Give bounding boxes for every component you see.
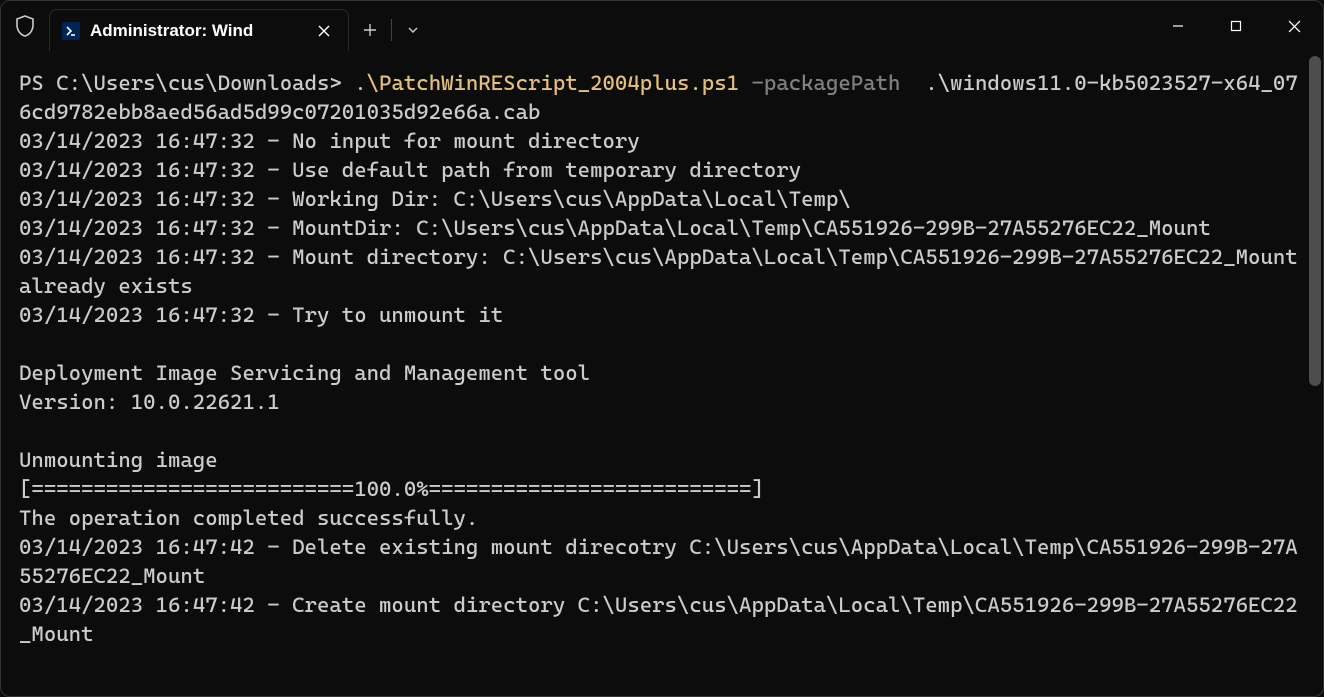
terminal-text-segment: Version: 10.0.22621.1	[19, 389, 280, 414]
terminal-text-segment: -packagePath	[751, 70, 900, 95]
terminal-line: [==========================100.0%=======…	[19, 474, 1305, 503]
terminal-line: 03/14/2023 16:47:32 - Use default path f…	[19, 155, 1305, 184]
terminal-line: 03/14/2023 16:47:32 - Try to unmount it	[19, 300, 1305, 329]
terminal-text-segment: [==========================100.0%=======…	[19, 476, 764, 501]
terminal-text-segment: 03/14/2023 16:47:32 - Use default path f…	[19, 157, 801, 182]
terminal-text-segment: 03/14/2023 16:47:32 - Working Dir: C:\Us…	[19, 186, 851, 211]
terminal-text-segment: 03/14/2023 16:47:32 - No input for mount…	[19, 128, 640, 153]
terminal-text-segment: PS C:\Users\cus\Downloads>	[19, 70, 354, 95]
terminal-text-segment: 03/14/2023 16:47:32 - MountDir: C:\Users…	[19, 215, 1211, 240]
title-bar: Administrator: Wind	[1, 1, 1323, 51]
scrollbar-track[interactable]	[1309, 56, 1321, 386]
terminal-line: PS C:\Users\cus\Downloads> .\PatchWinRES…	[19, 68, 1305, 126]
tab-active[interactable]: Administrator: Wind	[49, 9, 349, 51]
terminal-line	[19, 329, 1305, 358]
tab-title: Administrator: Wind	[90, 21, 304, 41]
terminal-text-segment: The operation completed successfully.	[19, 505, 478, 530]
terminal-line: Deployment Image Servicing and Managemen…	[19, 358, 1305, 387]
close-button[interactable]	[1265, 6, 1323, 46]
app-shield-icon	[1, 1, 49, 51]
new-tab-button[interactable]	[349, 23, 391, 37]
scrollbar-thumb[interactable]	[1309, 56, 1321, 386]
tab-dropdown-button[interactable]	[392, 24, 434, 36]
title-bar-left: Administrator: Wind	[1, 1, 434, 51]
window-controls	[1149, 1, 1323, 51]
maximize-button[interactable]	[1207, 6, 1265, 46]
terminal-line: Unmounting image	[19, 445, 1305, 474]
terminal-text-segment: 03/14/2023 16:47:42 - Create mount direc…	[19, 592, 1298, 646]
terminal-text-segment: Unmounting image	[19, 447, 218, 472]
terminal-line: 03/14/2023 16:47:42 - Delete existing mo…	[19, 532, 1305, 590]
terminal-text-segment: 03/14/2023 16:47:32 - Try to unmount it	[19, 302, 503, 327]
terminal-line: 03/14/2023 16:47:32 - Mount directory: C…	[19, 242, 1305, 300]
terminal-line: 03/14/2023 16:47:32 - Working Dir: C:\Us…	[19, 184, 1305, 213]
terminal-text-segment: 03/14/2023 16:47:42 - Delete existing mo…	[19, 534, 1298, 588]
terminal-text-segment: .\PatchWinREScript_2004plus.ps1	[354, 70, 739, 95]
minimize-button[interactable]	[1149, 6, 1207, 46]
tab-close-button[interactable]	[314, 21, 334, 41]
terminal-line: The operation completed successfully.	[19, 503, 1305, 532]
terminal-text-segment: Deployment Image Servicing and Managemen…	[19, 360, 590, 385]
terminal-line: 03/14/2023 16:47:32 - MountDir: C:\Users…	[19, 213, 1305, 242]
terminal-line: Version: 10.0.22621.1	[19, 387, 1305, 416]
terminal-text-segment	[739, 70, 751, 95]
terminal-text-segment: 03/14/2023 16:47:32 - Mount directory: C…	[19, 244, 1310, 298]
terminal-line	[19, 416, 1305, 445]
powershell-icon	[62, 22, 80, 40]
terminal-line: 03/14/2023 16:47:32 - No input for mount…	[19, 126, 1305, 155]
terminal-output[interactable]: PS C:\Users\cus\Downloads> .\PatchWinRES…	[1, 56, 1323, 696]
terminal-line: 03/14/2023 16:47:42 - Create mount direc…	[19, 590, 1305, 648]
